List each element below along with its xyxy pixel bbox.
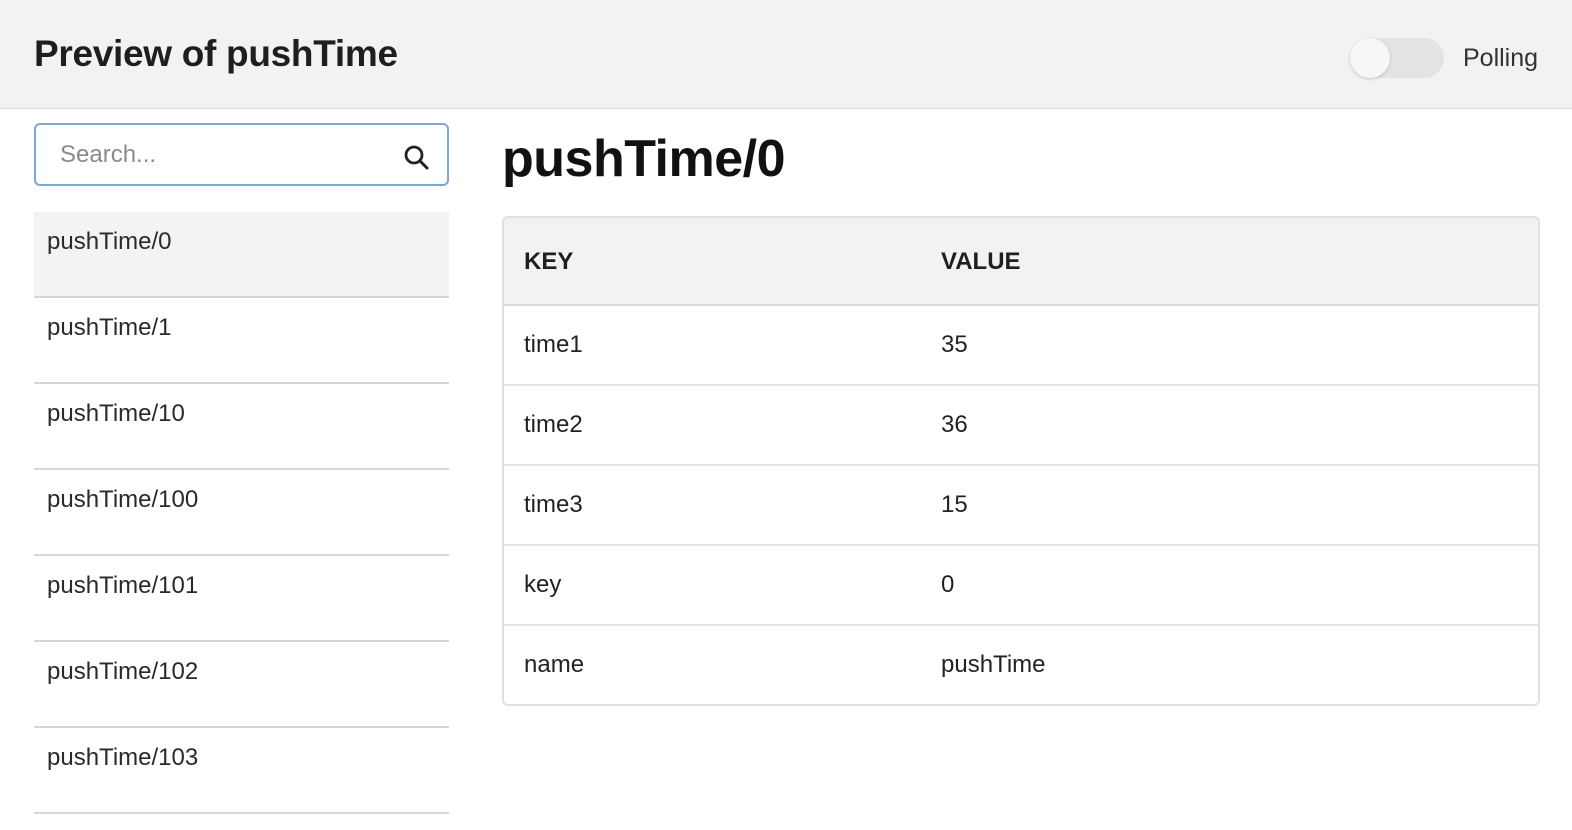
page-title: Preview of pushTime xyxy=(34,33,398,74)
list-item[interactable]: pushTime/101 xyxy=(34,556,449,642)
search-box[interactable] xyxy=(34,123,449,186)
detail-title: pushTime/0 xyxy=(502,130,786,188)
search-input[interactable] xyxy=(60,137,380,173)
cell-key: time2 xyxy=(524,411,583,438)
cell-key: key xyxy=(524,571,562,598)
list-item-label: pushTime/101 xyxy=(47,572,199,599)
cell-value: pushTime xyxy=(941,651,1046,678)
search-icon[interactable] xyxy=(403,144,429,170)
list-item[interactable]: pushTime/103 xyxy=(34,728,449,814)
list-item-label: pushTime/0 xyxy=(47,228,172,255)
list-item[interactable]: pushTime/10 xyxy=(34,384,449,470)
record-list: pushTime/0 pushTime/1 pushTime/10 pushTi… xyxy=(34,212,449,814)
table-row: key 0 xyxy=(504,546,1538,626)
column-header-value: VALUE xyxy=(941,248,1021,275)
list-item-label: pushTime/102 xyxy=(47,658,199,685)
cell-value: 15 xyxy=(941,491,968,518)
list-item[interactable]: pushTime/0 xyxy=(34,212,449,298)
list-item[interactable]: pushTime/100 xyxy=(34,470,449,556)
cell-key: name xyxy=(524,651,585,678)
table-header: KEY VALUE xyxy=(504,218,1538,306)
polling-toggle[interactable] xyxy=(1350,38,1444,78)
list-item-label: pushTime/10 xyxy=(47,400,185,427)
list-item-label: pushTime/100 xyxy=(47,486,199,513)
cell-key: time3 xyxy=(524,491,583,518)
list-item[interactable]: pushTime/102 xyxy=(34,642,449,728)
table-row: time3 15 xyxy=(504,466,1538,546)
app-header: Preview of pushTime Polling xyxy=(0,0,1572,109)
cell-value: 35 xyxy=(941,331,968,358)
polling-toggle-knob[interactable] xyxy=(1350,38,1390,78)
table-row: time1 35 xyxy=(504,306,1538,386)
key-value-table: KEY VALUE time1 35 time2 36 time3 15 key… xyxy=(502,216,1540,706)
cell-value: 36 xyxy=(941,411,968,438)
table-row: time2 36 xyxy=(504,386,1538,466)
table-row: name pushTime xyxy=(504,626,1538,704)
list-item-label: pushTime/103 xyxy=(47,744,199,771)
column-header-key: KEY xyxy=(524,248,574,275)
cell-value: 0 xyxy=(941,571,955,598)
polling-label: Polling xyxy=(1463,44,1539,72)
cell-key: time1 xyxy=(524,331,583,358)
list-item-label: pushTime/1 xyxy=(47,314,172,341)
list-item[interactable]: pushTime/1 xyxy=(34,298,449,384)
